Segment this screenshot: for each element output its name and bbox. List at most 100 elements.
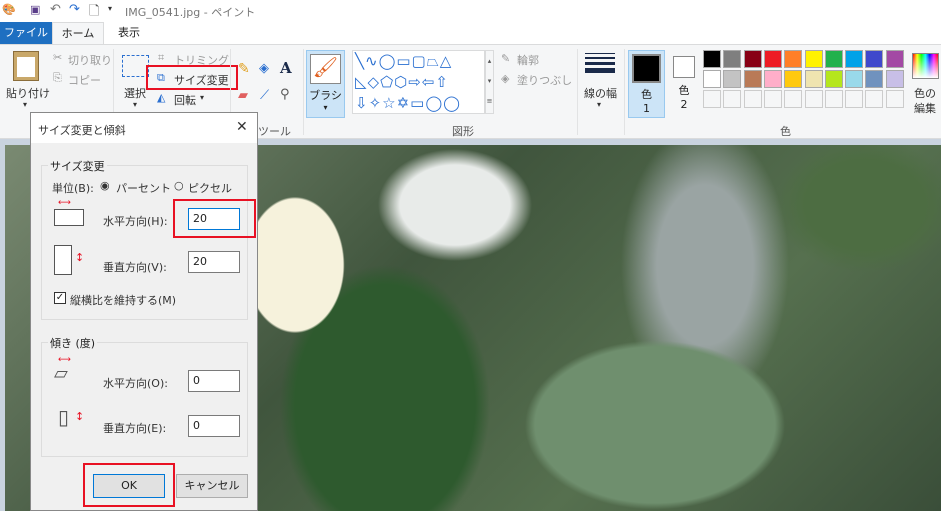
skew-v-label: 垂直方向(E): [103,422,167,435]
skew-horizontal-icon: ▱ [54,363,68,384]
color-swatch[interactable] [824,70,843,88]
shapes-gallery[interactable]: ╲∿◯▭▢⏢△ ◺◇⬠⬡⇨⇦⇧ ⇩✧☆✡▭◯◯ [352,50,485,114]
edit-colors-label-2[interactable]: 編集 [914,100,936,116]
fill-button[interactable]: 塗りつぶし [517,72,572,88]
select-icon [122,55,149,77]
new-file-icon[interactable]: 🗋 [89,2,99,24]
keep-ratio-label[interactable]: 縦横比を維持する(M) [70,292,176,308]
empty-color-swatch[interactable] [743,90,762,108]
percent-label[interactable]: パーセント [116,180,171,196]
pencil-icon[interactable]: ✎ [238,61,250,77]
color-swatch[interactable] [784,70,803,88]
edit-colors-label[interactable]: 色の [914,85,936,101]
close-icon[interactable]: ✕ [236,119,248,135]
shapes-scroll[interactable]: ▴ ▾ ≡ [485,50,494,114]
keep-ratio-checkbox[interactable]: ✓ [54,292,66,304]
title-bar: 🎨 ▣ ↶ ↷ 🗋 ▾ IMG_0541.jpg - ペイント [0,0,941,22]
color-swatch[interactable] [885,50,904,68]
brush-dropdown-icon: ▾ [323,103,328,112]
select-dropdown-icon[interactable]: ▾ [133,100,137,109]
skew-h-input[interactable]: 0 [188,370,240,392]
color2-number: 2 [680,98,688,111]
brush-icon: 🖌 [310,54,341,84]
color-swatch[interactable] [885,70,904,88]
tab-view[interactable]: 表示 [106,22,152,44]
empty-color-swatch[interactable] [723,90,742,108]
color-swatch[interactable] [824,50,843,68]
rotate-button[interactable]: 回転 [174,92,196,108]
color-swatch[interactable] [763,70,782,88]
color-swatch[interactable] [845,70,864,88]
empty-color-swatch[interactable] [784,90,803,108]
outline-icon: ✎ [501,52,511,65]
line-width-dropdown-icon[interactable]: ▾ [597,100,601,109]
ribbon-tabs: ファイル ホーム 表示 [0,22,941,44]
dialog-title-bar: サイズ変更と傾斜 ✕ [31,113,257,143]
color-picker-icon[interactable]: ⟋ [260,88,269,103]
eraser-icon[interactable]: ▰ [238,88,248,103]
color-swatch[interactable] [845,50,864,68]
tab-file[interactable]: ファイル [0,22,52,44]
color-swatch[interactable] [865,70,884,88]
color-swatch[interactable] [743,70,762,88]
skew-vertical-arrow-icon: ↕ [75,410,85,423]
brush-button[interactable]: 🖌 ブラシ ▾ [306,50,345,118]
color-swatch[interactable] [723,70,742,88]
empty-color-swatch[interactable] [804,90,823,108]
color-swatch[interactable] [723,50,742,68]
select-button[interactable]: 選択 [124,85,146,101]
magnifier-icon[interactable]: ⚲ [280,87,290,102]
color-swatch[interactable] [743,50,762,68]
empty-color-swatch[interactable] [703,90,721,108]
text-icon[interactable]: A [280,59,292,77]
horizontal-resize-icon [54,209,84,226]
copy-button[interactable]: コピー [68,72,101,88]
color-swatch[interactable] [763,50,782,68]
empty-color-swatch[interactable] [885,90,904,108]
resize-skew-dialog: サイズ変更と傾斜 ✕ サイズ変更 単位(B): ◉ パーセント ○ ピクセル ⟷… [30,112,258,511]
rotate-dropdown-icon[interactable]: ▾ [200,93,204,102]
vertical-arrow-icon: ↕ [75,251,85,264]
skew-v-input[interactable]: 0 [188,415,240,437]
save-icon[interactable]: ▣ [30,3,40,16]
percent-radio[interactable]: ◉ [100,179,110,192]
empty-color-swatch[interactable] [865,90,884,108]
line-width-button[interactable]: 線の幅 [584,85,617,101]
pixel-label[interactable]: ピクセル [188,180,232,196]
empty-color-swatch[interactable] [845,90,864,108]
color2-label: 色 [678,84,690,97]
color-swatch[interactable] [804,50,823,68]
fill-bucket-icon[interactable]: ◈ [259,61,269,76]
ok-highlight [83,463,175,507]
color-swatch[interactable] [703,70,721,88]
redo-icon[interactable]: ↷ [69,2,80,17]
tools-group-label: ツール [258,125,291,138]
copy-icon: ⎘ [53,71,62,84]
cut-button[interactable]: 切り取り [68,52,112,68]
vertical-input[interactable]: 20 [188,251,240,273]
horizontal-label: 水平方向(H): [103,215,168,228]
edit-colors-icon[interactable] [912,53,939,79]
paste-button[interactable]: 貼り付け [6,85,50,101]
pixel-radio[interactable]: ○ [174,179,184,192]
tab-home[interactable]: ホーム [52,22,104,44]
empty-color-swatch[interactable] [763,90,782,108]
cancel-button[interactable]: キャンセル [176,474,248,498]
paint-app-icon: 🎨 [2,3,16,16]
empty-color-swatch[interactable] [824,90,843,108]
color2-button[interactable]: 色 2 [668,50,700,118]
color-swatch[interactable] [784,50,803,68]
color-swatch[interactable] [804,70,823,88]
color-swatch[interactable] [703,50,721,68]
color2-swatch [673,56,695,78]
quick-access-dropdown-icon[interactable]: ▾ [108,4,112,13]
color-swatch[interactable] [865,50,884,68]
shapes-group-label: 図形 [452,125,474,138]
color1-button[interactable]: 色 1 [628,50,665,118]
line-width-icon [585,53,615,73]
color-palette [703,50,909,112]
paste-dropdown-icon[interactable]: ▾ [23,100,27,109]
resize-group-label: サイズ変更 [48,158,107,174]
outline-button[interactable]: 輪郭 [517,52,539,68]
undo-icon[interactable]: ↶ [50,2,61,17]
